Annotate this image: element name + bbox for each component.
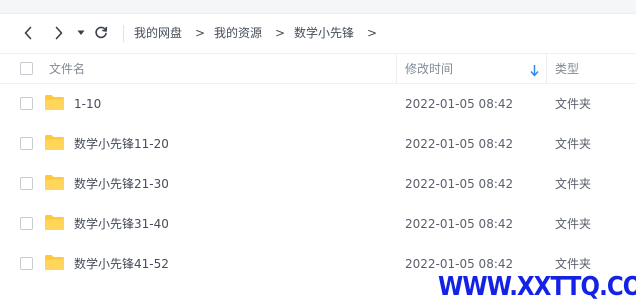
column-header-modified[interactable]: 修改时间 <box>405 62 453 77</box>
folder-icon <box>45 95 64 110</box>
watermark-text: WWW.XXTTQ.COM <box>438 272 636 302</box>
file-modified: 2022-01-05 08:42 <box>405 97 514 111</box>
history-dropdown-button[interactable] <box>74 24 88 42</box>
file-name[interactable]: 数学小先锋11-20 <box>74 136 169 152</box>
file-modified: 2022-01-05 08:42 <box>405 177 514 191</box>
file-type: 文件夹 <box>555 97 592 111</box>
forward-button[interactable] <box>50 24 68 42</box>
refresh-icon <box>95 26 108 39</box>
nav-divider <box>123 25 124 42</box>
navigation-bar: 我的网盘 > 我的资源 > 数学小先锋 > <box>0 14 636 52</box>
top-strip <box>0 0 636 14</box>
column-header-name[interactable]: 文件名 <box>49 62 85 77</box>
chevron-right-icon <box>55 26 63 40</box>
column-divider[interactable] <box>546 54 547 84</box>
table-row[interactable]: 数学小先锋11-20 2022-01-05 08:42 文件夹 <box>0 124 636 164</box>
caret-down-icon <box>77 30 85 35</box>
file-name[interactable]: 数学小先锋31-40 <box>74 216 169 232</box>
row-checkbox[interactable] <box>20 177 33 190</box>
folder-icon <box>45 255 64 270</box>
file-name[interactable]: 1-10 <box>74 96 101 112</box>
table-row[interactable]: 数学小先锋21-30 2022-01-05 08:42 文件夹 <box>0 164 636 204</box>
file-modified: 2022-01-05 08:42 <box>405 217 514 231</box>
breadcrumb-separator: > <box>367 26 378 40</box>
file-name[interactable]: 数学小先锋21-30 <box>74 176 169 192</box>
row-checkbox[interactable] <box>20 137 33 150</box>
table-header: 文件名 修改时间 类型 <box>0 53 636 84</box>
folder-icon <box>45 175 64 190</box>
file-type: 文件夹 <box>555 217 592 231</box>
column-divider[interactable] <box>396 54 397 84</box>
select-all-checkbox[interactable] <box>20 62 33 75</box>
file-name[interactable]: 数学小先锋41-52 <box>74 256 169 272</box>
table-row[interactable]: 数学小先锋31-40 2022-01-05 08:42 文件夹 <box>0 204 636 244</box>
file-type: 文件夹 <box>555 137 592 151</box>
table-row[interactable]: 1-10 2022-01-05 08:42 文件夹 <box>0 84 636 124</box>
chevron-left-icon <box>24 26 32 40</box>
breadcrumb-separator: > <box>195 26 206 40</box>
breadcrumb-item-my-resources[interactable]: 我的资源 <box>214 25 262 41</box>
breadcrumb-item-my-drive[interactable]: 我的网盘 <box>134 25 182 41</box>
refresh-button[interactable] <box>92 24 110 42</box>
row-checkbox[interactable] <box>20 217 33 230</box>
column-header-type[interactable]: 类型 <box>555 62 579 77</box>
folder-icon <box>45 215 64 230</box>
row-checkbox[interactable] <box>20 97 33 110</box>
breadcrumb-separator: > <box>275 26 286 40</box>
folder-icon <box>45 135 64 150</box>
file-modified: 2022-01-05 08:42 <box>405 137 514 151</box>
file-type: 文件夹 <box>555 177 592 191</box>
breadcrumb-item-current-folder[interactable]: 数学小先锋 <box>294 25 354 41</box>
row-checkbox[interactable] <box>20 257 33 270</box>
arrow-down-icon[interactable] <box>530 62 539 81</box>
back-button[interactable] <box>19 24 37 42</box>
